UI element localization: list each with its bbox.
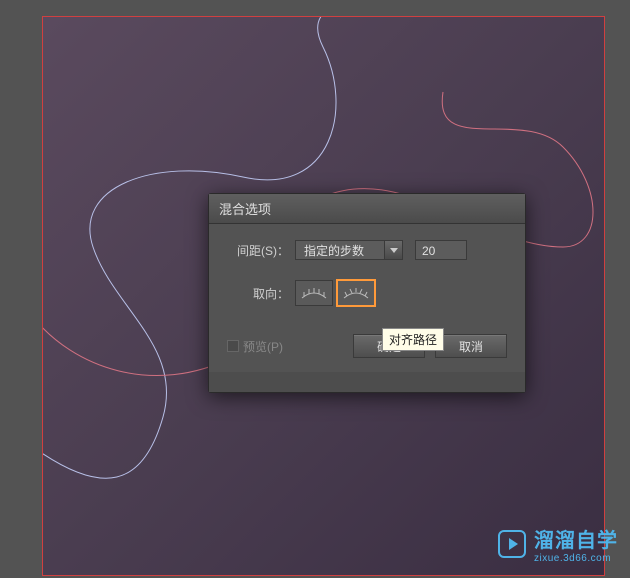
orientation-row: 取向： <box>227 280 507 306</box>
watermark-main: 溜溜自学 <box>534 524 618 553</box>
chevron-down-icon[interactable] <box>385 240 403 260</box>
watermark: 溜溜自学 zixue.3d66.com <box>498 524 618 564</box>
orient-page-icon <box>300 286 328 300</box>
orientation-group <box>295 280 375 306</box>
preview-checkbox[interactable]: 预览(P) <box>227 338 343 355</box>
button-row: 预览(P) 确定 取消 <box>227 334 507 358</box>
orient-align-page-button[interactable] <box>295 280 333 306</box>
tooltip-align-path: 对齐路径 <box>382 328 444 351</box>
preview-label: 预览(P) <box>243 338 283 355</box>
orientation-label: 取向： <box>227 285 289 302</box>
spacing-steps-input[interactable]: 20 <box>415 240 467 260</box>
watermark-text: 溜溜自学 zixue.3d66.com <box>534 524 618 564</box>
cancel-button[interactable]: 取消 <box>435 334 507 358</box>
watermark-sub: zixue.3d66.com <box>534 553 618 564</box>
spacing-select[interactable]: 指定的步数 <box>295 240 403 260</box>
spacing-select-value: 指定的步数 <box>295 240 385 260</box>
play-icon <box>498 530 526 558</box>
orient-align-path-button[interactable] <box>337 280 375 306</box>
orient-path-icon <box>342 286 370 300</box>
checkbox-icon <box>227 340 239 352</box>
dialog-footer <box>209 372 525 392</box>
dialog-title: 混合选项 <box>209 194 525 224</box>
spacing-row: 间距(S)： 指定的步数 20 <box>227 240 507 260</box>
dialog-body: 间距(S)： 指定的步数 20 取向： <box>209 224 525 372</box>
blend-options-dialog: 混合选项 间距(S)： 指定的步数 20 取向： <box>208 193 526 393</box>
spacing-label: 间距(S)： <box>227 242 289 259</box>
